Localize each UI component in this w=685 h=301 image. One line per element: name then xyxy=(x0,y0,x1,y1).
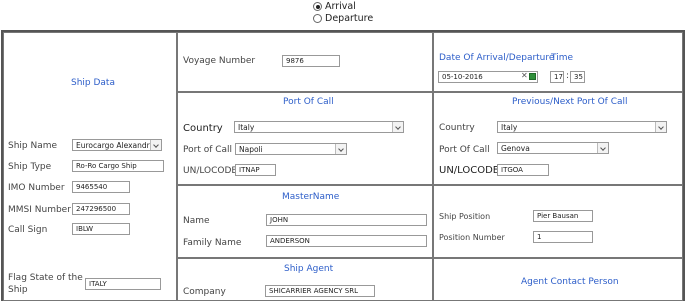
call-sign-label: Call Sign xyxy=(8,225,48,235)
date-label: Date Of Arrival/Departure xyxy=(439,53,555,63)
ship-type-label: Ship Type xyxy=(8,162,52,172)
departure-label: Departure xyxy=(325,13,374,24)
ship-name-select[interactable]: Eurocargo Alexandria xyxy=(72,139,162,151)
prev-port-select[interactable]: Genova xyxy=(497,142,609,154)
prev-port-label: Port Of Call xyxy=(439,145,490,155)
chevron-down-icon xyxy=(392,122,403,132)
company-label: Company xyxy=(183,287,226,297)
family-name-label: Family Name xyxy=(183,238,242,248)
port-label: Port of Call xyxy=(183,145,233,155)
minute-field[interactable]: 35 xyxy=(570,71,585,83)
mmsi-label: MMSI Number xyxy=(8,205,71,215)
calendar-icon[interactable] xyxy=(529,73,536,80)
master-title: MasterName xyxy=(282,192,340,202)
clear-icon[interactable]: ✕ xyxy=(521,71,528,81)
prev-next-port-title: Previous/Next Port Of Call xyxy=(512,97,628,107)
country-label: Country xyxy=(183,123,223,134)
departure-radio[interactable]: Departure xyxy=(313,13,373,24)
prev-unlocode-label: UN/LOCODE xyxy=(439,165,500,176)
voyage-field[interactable]: 9876 xyxy=(282,55,340,67)
ship-name-label: Ship Name xyxy=(8,141,58,151)
hour-field[interactable]: 17 xyxy=(550,71,564,83)
name-label: Name xyxy=(183,216,210,226)
agent-title: Ship Agent xyxy=(284,264,334,274)
prev-unlocode-field[interactable]: ITGOA xyxy=(497,164,549,176)
ship-type-field[interactable]: Ro-Ro Cargo Ship xyxy=(72,160,164,172)
voyage-label: Voyage Number xyxy=(183,56,256,66)
call-sign-field[interactable]: IBLW xyxy=(72,223,130,235)
time-separator: : xyxy=(566,71,570,81)
company-field[interactable]: SHICARRIER AGENCY SRL xyxy=(265,285,375,297)
chevron-down-icon xyxy=(150,140,161,150)
radio-unchecked-icon[interactable] xyxy=(313,14,322,23)
prev-country-label: Country xyxy=(439,123,475,133)
chevron-down-icon xyxy=(655,122,666,132)
time-label: Time xyxy=(551,53,574,63)
flag-label-line2: Ship xyxy=(8,285,28,295)
agent-contact-title: Agent Contact Person xyxy=(521,277,619,287)
imo-label: IMO Number xyxy=(8,183,65,193)
flag-field[interactable]: ITALY xyxy=(85,278,161,290)
name-field[interactable]: JOHN xyxy=(266,214,427,226)
chevron-down-icon xyxy=(335,144,346,154)
port-of-call-title: Port Of Call xyxy=(283,97,334,107)
position-number-field[interactable]: 1 xyxy=(533,231,593,243)
port-select[interactable]: Napoli xyxy=(235,143,347,155)
unlocode-field[interactable]: ITNAP xyxy=(235,164,276,176)
ship-data-title: Ship Data xyxy=(71,78,115,88)
imo-field[interactable]: 9465540 xyxy=(72,181,130,193)
ship-position-label: Ship Position xyxy=(439,212,491,221)
arrival-label: Arrival xyxy=(325,1,356,12)
family-name-field[interactable]: ANDERSON xyxy=(266,235,427,247)
mmsi-field[interactable]: 247296500 xyxy=(72,203,130,215)
unlocode-label: UN/LOCODE xyxy=(183,166,238,176)
flag-label-line1: Flag State of the xyxy=(8,273,83,283)
chevron-down-icon xyxy=(597,143,608,153)
arrival-radio[interactable]: Arrival xyxy=(313,1,356,12)
radio-checked-icon[interactable] xyxy=(313,2,322,11)
country-select[interactable]: Italy xyxy=(234,121,404,133)
position-number-label: Position Number xyxy=(439,233,505,242)
prev-country-select[interactable]: Italy xyxy=(497,121,667,133)
ship-position-field[interactable]: Pier Bausan xyxy=(533,210,593,222)
